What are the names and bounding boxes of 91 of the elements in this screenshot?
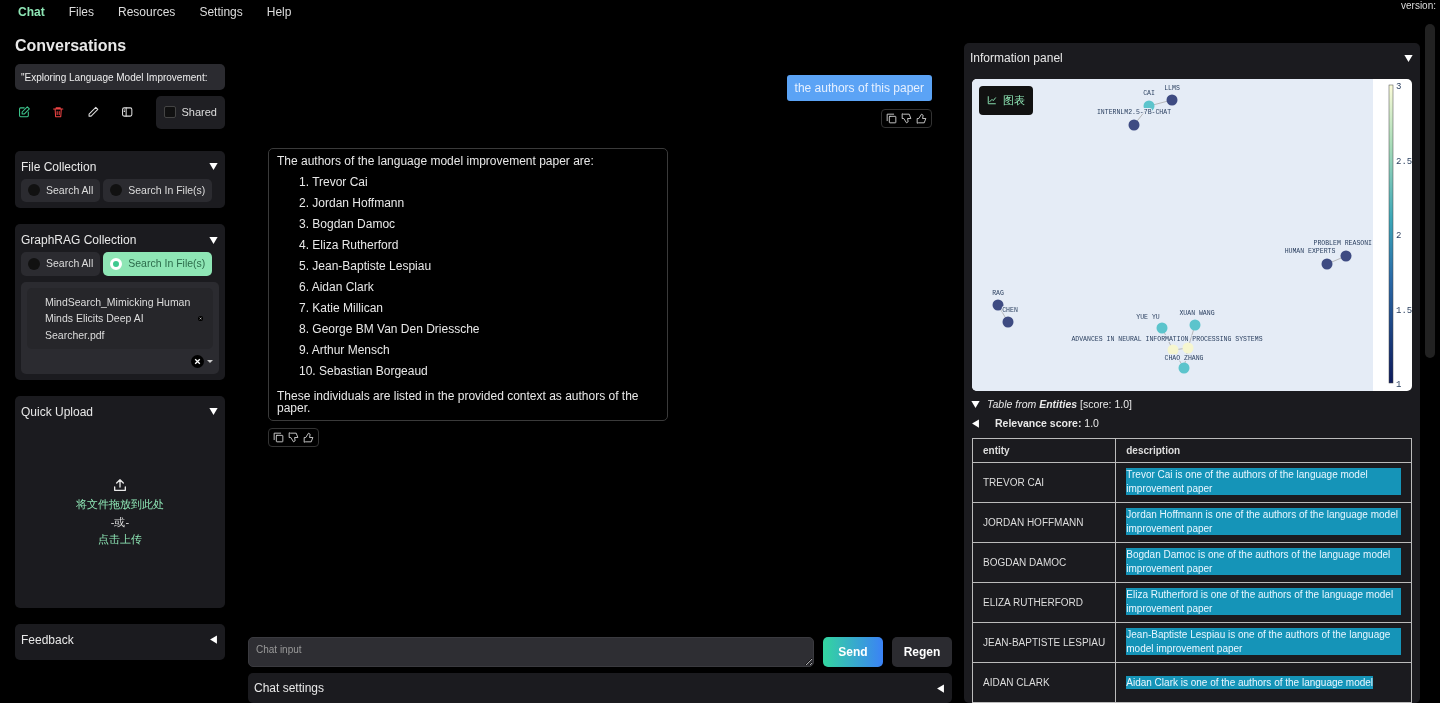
panel-title[interactable]: Quick Upload: [21, 402, 94, 421]
list-item: 4. Eliza Rutherford: [299, 239, 400, 251]
message-text: The authors of the language model improvement paper are:: [277, 155, 595, 167]
list-item: 5. Jean-Baptiste Lespiau: [299, 260, 433, 272]
copy-icon[interactable]: [272, 431, 285, 444]
panel-title[interactable]: Feedback: [21, 630, 74, 649]
list-item: 1. Trevor Cai: [299, 176, 369, 188]
table-cell: JEAN-BAPTISTE LESPIAU: [972, 622, 1116, 662]
scrollbar[interactable]: [1425, 24, 1435, 358]
graph-node[interactable]: [1321, 258, 1333, 270]
highlighted-text: Jordan Hoffmann is one of the authors of the language model improvement paper: [1126, 508, 1401, 536]
colorbar-tick: 1.5: [1396, 305, 1412, 316]
highlighted-text: Bogdan Damoc is one of the authors of the language model improvement paper: [1126, 548, 1401, 576]
highlighted-text: Jean-Baptiste Lespiau is one of the authors of the language model improvement paper: [1126, 628, 1401, 656]
thumbs-down-icon[interactable]: [287, 431, 300, 444]
graph-node[interactable]: [1156, 322, 1168, 334]
list-item: 9. Arthur Mensch: [299, 344, 391, 356]
list-item: 2. Jordan Hoffmann: [299, 197, 406, 209]
nav-tab[interactable]: Help: [266, 3, 292, 19]
dropdown-icon[interactable]: [207, 359, 213, 363]
table-cell: AIDAN CLARK: [972, 662, 1116, 702]
highlighted-text: Eliza Rutherford is one of the authors of the language model improvement paper: [1126, 588, 1401, 616]
colorbar-tick: 2: [1396, 231, 1402, 241]
panel-title[interactable]: File Collection: [21, 157, 97, 176]
column-header: description: [1115, 438, 1412, 462]
highlighted-text: Trevor Cai is one of the authors of the language model improvement paper: [1126, 468, 1401, 496]
graph-node[interactable]: [1189, 319, 1201, 331]
chat-input[interactable]: Chat input: [248, 637, 814, 667]
table-cell: JORDAN HOFFMANN: [972, 502, 1116, 542]
graph-node[interactable]: [1128, 119, 1140, 131]
graph-node[interactable]: [1167, 344, 1179, 356]
caret-icon[interactable]: [970, 418, 981, 430]
list-item: 7. Katie Millican: [299, 302, 385, 314]
graph-node[interactable]: [1166, 94, 1178, 106]
chart-icon: [987, 95, 997, 106]
copy-icon[interactable]: [885, 112, 898, 125]
caret-icon[interactable]: [970, 399, 981, 411]
conversation-select[interactable]: "Exploring Language Model Improvement:: [15, 64, 225, 90]
list-item: 6. Aidan Clark: [299, 281, 375, 293]
chart-toolbar-button[interactable]: 图表: [979, 86, 1033, 115]
version-label: version:: [1401, 0, 1436, 13]
list-item: 3. Bogdan Damoc: [299, 218, 397, 230]
radio-option[interactable]: Search All: [21, 178, 101, 203]
shared-checkbox[interactable]: Shared: [155, 96, 225, 129]
panel-title[interactable]: Information panel: [970, 49, 1063, 67]
graph-node[interactable]: [992, 299, 1004, 311]
radio-option[interactable]: Search In File(s): [103, 252, 213, 276]
upload-hint[interactable]: 点击上传: [76, 531, 164, 549]
user-message: the authors of this paper: [786, 75, 932, 101]
list-item: 8. George BM Van Den Driessche: [299, 323, 481, 335]
message-text: These individuals are listed in the provided context as authors of the paper.: [277, 390, 640, 414]
radio-option[interactable]: Search All: [21, 252, 101, 276]
graph-node[interactable]: [1002, 316, 1014, 328]
thumbs-up-icon[interactable]: [302, 431, 315, 444]
column-header: entity: [972, 438, 1116, 462]
caret-icon[interactable]: [208, 634, 219, 646]
nav-tab[interactable]: Chat: [18, 3, 45, 19]
caret-icon[interactable]: [935, 682, 946, 694]
table-cell: BOGDAN DAMOC: [972, 542, 1116, 582]
panel-title[interactable]: GraphRAG Collection: [21, 231, 137, 250]
highlighted-text: Aidan Clark is one of the authors of the language model: [1126, 675, 1374, 689]
upload-hint[interactable]: 将文件拖放到此处: [76, 495, 164, 514]
graph-node[interactable]: [1340, 250, 1352, 262]
upload-icon[interactable]: [112, 476, 128, 493]
sidebar-title: Conversations: [15, 36, 128, 56]
table-cell: ELIZA RUTHERFORD: [972, 582, 1116, 622]
nav-tab[interactable]: Resources: [118, 3, 176, 19]
file-name: MindSearch_Mimicking Human Minds Elicits Deep AI Searcher.pdf: [45, 295, 192, 343]
file-selector[interactable]: MindSearch_Mimicking Human Minds Elicits Deep AI Searcher.pdf: [21, 282, 219, 374]
table-caption: Table from Entities [score: 1.0]: [987, 397, 1132, 412]
clear-icon[interactable]: [191, 354, 204, 368]
colorbar-tick: 1: [1396, 380, 1402, 390]
list-item: 10. Sebastian Borgeaud: [299, 365, 429, 377]
graph-node[interactable]: [1182, 342, 1194, 354]
graph-node[interactable]: [1178, 362, 1190, 374]
colorbar-tick: 2.5: [1396, 156, 1412, 167]
caret-icon[interactable]: [208, 406, 219, 418]
panel-title[interactable]: Chat settings: [254, 679, 325, 697]
thumbs-up-icon[interactable]: [915, 112, 928, 125]
nav-tab[interactable]: Files: [68, 3, 94, 19]
upload-hint: -或-: [109, 514, 131, 530]
colorbar-tick: 3: [1396, 82, 1402, 92]
caret-icon[interactable]: [208, 161, 219, 172]
nav-tab[interactable]: Settings: [199, 3, 243, 19]
caret-icon[interactable]: [208, 234, 219, 246]
relevance-score[interactable]: Relevance score: 1.0: [995, 415, 1099, 432]
caret-icon[interactable]: [1403, 52, 1414, 64]
regenerate-button[interactable]: Regen: [892, 637, 952, 667]
radio-option[interactable]: Search In File(s): [103, 178, 213, 203]
table-cell: TREVOR CAI: [972, 462, 1116, 502]
thumbs-down-icon[interactable]: [900, 112, 913, 125]
